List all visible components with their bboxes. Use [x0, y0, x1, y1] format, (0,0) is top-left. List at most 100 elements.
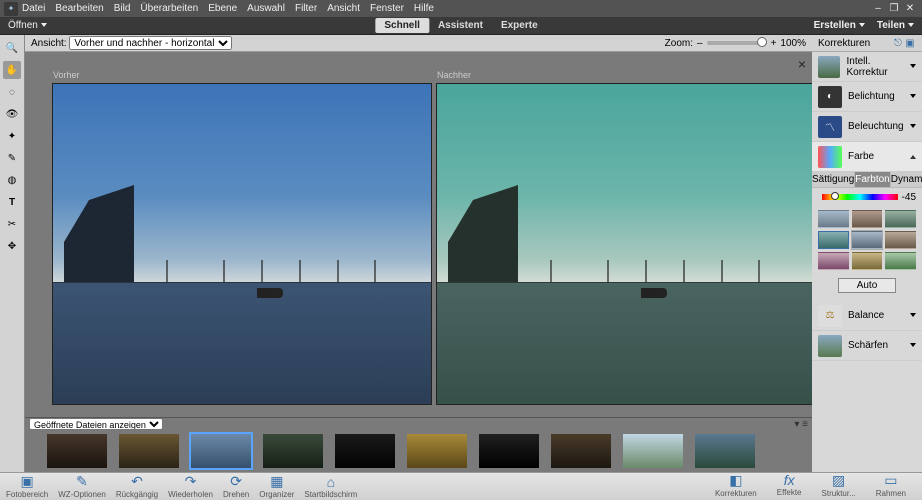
hue-preset[interactable] — [852, 210, 883, 228]
subtab-vibrance[interactable]: Dynamik — [891, 172, 922, 187]
bin-menu-icon[interactable]: ▾ ≡ — [794, 419, 808, 430]
type-tool[interactable]: T — [3, 193, 21, 211]
chevron-down-icon — [910, 124, 916, 128]
brush-tool[interactable]: ✎ — [3, 149, 21, 167]
hue-preset[interactable] — [885, 231, 916, 249]
hue-preset[interactable] — [852, 252, 883, 270]
selection-tool[interactable]: ◌ — [3, 83, 21, 101]
view-select[interactable]: Vorher und nachher - horizontal — [69, 36, 232, 50]
zoom-out-icon[interactable]: – — [697, 38, 703, 49]
panel-title: Korrekturen — [818, 38, 870, 49]
hue-presets — [812, 206, 922, 274]
hue-preset[interactable] — [885, 252, 916, 270]
photo-bin-select[interactable]: Geöffnete Dateien anzeigen — [29, 418, 163, 430]
rotate-icon: ⟳ — [230, 473, 242, 490]
tab-quick[interactable]: Schnell — [375, 18, 429, 33]
btn-photo-bin[interactable]: ▣Fotobereich — [6, 473, 48, 499]
btn-effects[interactable]: fxEffekte — [777, 472, 802, 498]
adj-lighting[interactable]: 〽 Beleuchtung — [812, 112, 922, 142]
toolbox: 🔍 ✋ ◌ 👁 ✦ ✎ ◍ T ✂ ✥ — [0, 35, 25, 472]
create-button[interactable]: Erstellen — [814, 20, 865, 31]
menu-enhance[interactable]: Überarbeiten — [140, 3, 198, 14]
btn-frames[interactable]: ▭Rahmen — [876, 472, 906, 498]
adj-smartfix[interactable]: Intell. Korrektur — [812, 52, 922, 82]
redo-icon: ↷ — [185, 473, 197, 490]
chevron-down-icon — [910, 313, 916, 317]
spot-heal-tool[interactable]: ◍ — [3, 171, 21, 189]
subtab-hue[interactable]: Farbton — [855, 172, 890, 187]
panel-icon[interactable]: ⎋ — [892, 38, 904, 49]
btn-rotate[interactable]: ⟳Drehen — [223, 473, 249, 499]
lighting-icon: 〽 — [818, 116, 842, 138]
crop-tool[interactable]: ✂ — [3, 215, 21, 233]
balance-icon: ⚖ — [818, 305, 842, 327]
maximize-icon[interactable]: ❐ — [886, 3, 902, 14]
adj-balance[interactable]: ⚖ Balance — [812, 301, 922, 331]
adj-sharpen[interactable]: Schärfen — [812, 331, 922, 361]
whiten-tool[interactable]: ✦ — [3, 127, 21, 145]
menubar: ✦ Datei Bearbeiten Bild Überarbeiten Ebe… — [0, 0, 922, 17]
menu-filter[interactable]: Filter — [295, 3, 317, 14]
close-document-icon[interactable]: × — [798, 56, 806, 72]
thumbnail[interactable] — [479, 434, 539, 468]
hue-preset[interactable] — [885, 210, 916, 228]
menu-window[interactable]: Fenster — [370, 3, 404, 14]
hand-tool[interactable]: ✋ — [3, 61, 21, 79]
thumbnail[interactable] — [47, 434, 107, 468]
thumbnail[interactable] — [263, 434, 323, 468]
hue-slider[interactable] — [822, 194, 898, 200]
zoom-tool[interactable]: 🔍 — [3, 39, 21, 57]
close-icon[interactable]: ✕ — [902, 3, 918, 14]
btn-redo[interactable]: ↷Wiederholen — [168, 473, 213, 499]
hue-preset[interactable] — [818, 231, 849, 249]
view-label: Ansicht: — [31, 38, 67, 49]
tab-guided[interactable]: Assistent — [429, 18, 492, 33]
btn-textures[interactable]: ▨Struktur... — [822, 472, 856, 498]
btn-organizer[interactable]: ▦Organizer — [259, 473, 294, 499]
after-label: Nachher — [437, 70, 471, 80]
menu-image[interactable]: Bild — [114, 3, 131, 14]
thumbnail[interactable] — [407, 434, 467, 468]
thumbnail[interactable] — [119, 434, 179, 468]
menu-edit[interactable]: Bearbeiten — [55, 3, 103, 14]
auto-button[interactable]: Auto — [838, 278, 897, 293]
btn-undo[interactable]: ↶Rückgängig — [116, 473, 158, 499]
btn-tool-options[interactable]: ✎WZ-Optionen — [58, 473, 106, 499]
adj-color[interactable]: Farbe — [812, 142, 922, 172]
move-tool[interactable]: ✥ — [3, 237, 21, 255]
minimize-icon[interactable]: – — [870, 3, 886, 14]
panel-icon[interactable]: ▣ — [904, 38, 916, 49]
zoom-in-icon[interactable]: + — [771, 38, 777, 49]
thumbnail[interactable] — [335, 434, 395, 468]
hue-preset[interactable] — [852, 231, 883, 249]
btn-home[interactable]: ⌂Startbildschirm — [304, 474, 357, 499]
menu-layer[interactable]: Ebene — [208, 3, 237, 14]
subtab-saturation[interactable]: Sättigung — [812, 172, 855, 187]
menu-file[interactable]: Datei — [22, 3, 45, 14]
eye-tool[interactable]: 👁 — [3, 105, 21, 123]
zoom-slider[interactable] — [707, 41, 767, 45]
adj-exposure[interactable]: ◐ Belichtung — [812, 82, 922, 112]
exposure-icon: ◐ — [818, 86, 842, 108]
app-logo: ✦ — [4, 2, 18, 16]
menu-view[interactable]: Ansicht — [327, 3, 360, 14]
btn-corrections[interactable]: ◧Korrekturen — [715, 472, 757, 498]
thumbnail[interactable] — [695, 434, 755, 468]
chevron-down-icon — [859, 23, 865, 27]
chevron-up-icon — [910, 155, 916, 159]
open-button[interactable]: Öffnen — [8, 20, 47, 31]
share-button[interactable]: Teilen — [877, 20, 914, 31]
photo-bin-icon: ▣ — [21, 473, 34, 490]
bottombar: ▣Fotobereich ✎WZ-Optionen ↶Rückgängig ↷W… — [0, 472, 922, 500]
menu-select[interactable]: Auswahl — [247, 3, 285, 14]
organizer-icon: ▦ — [270, 473, 283, 490]
hue-preset[interactable] — [818, 252, 849, 270]
tab-expert[interactable]: Experte — [492, 18, 547, 33]
thumbnail[interactable] — [191, 434, 251, 468]
thumbnail[interactable] — [551, 434, 611, 468]
thumbnail[interactable] — [623, 434, 683, 468]
hue-preset[interactable] — [818, 210, 849, 228]
menu-help[interactable]: Hilfe — [414, 3, 434, 14]
frames-icon: ▭ — [884, 472, 897, 489]
before-pane: Vorher — [53, 84, 431, 404]
